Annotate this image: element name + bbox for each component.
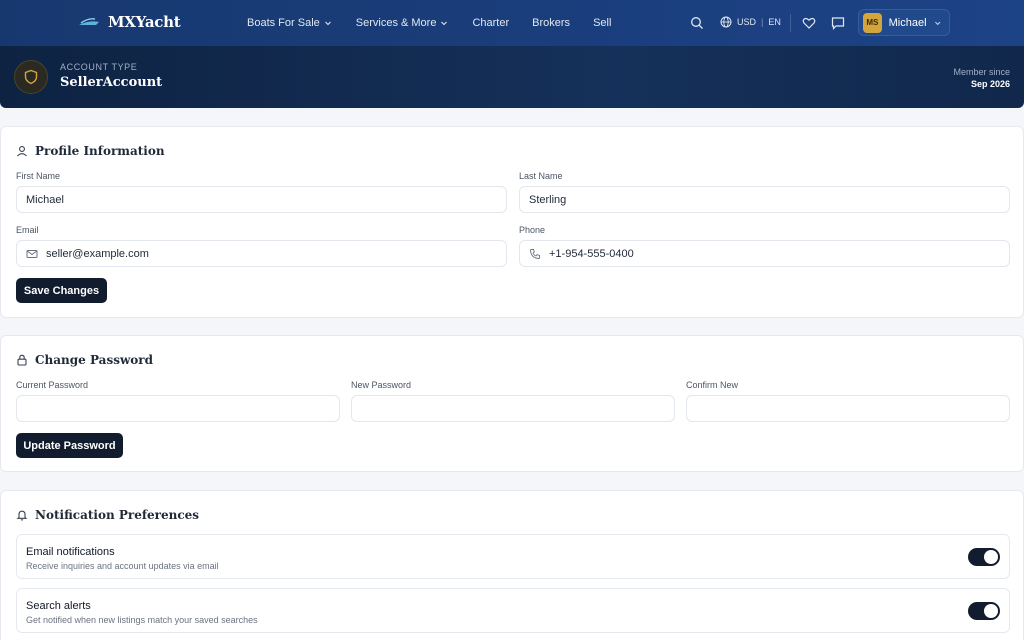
nav-label: Boats For Sale — [247, 17, 320, 29]
notifications-card: Notification Preferences Email notificat… — [0, 490, 1024, 640]
pref-title: Email notifications — [26, 546, 115, 558]
nav-label: Brokers — [532, 17, 571, 29]
new-password-field[interactable] — [351, 395, 675, 422]
phone-icon — [530, 248, 540, 259]
account-banner: ACCOUNT TYPE SellerAccount Member since … — [0, 46, 1024, 108]
mail-icon — [26, 249, 38, 258]
user-icon — [17, 146, 27, 157]
confirm-password-field[interactable] — [686, 395, 1010, 422]
new-password-label: New Password — [351, 380, 412, 390]
email-label: Email — [16, 225, 39, 235]
yacht-logo-icon — [79, 18, 99, 25]
user-menu[interactable]: MS Michael — [858, 9, 950, 36]
divider — [790, 14, 791, 32]
currency-language-selector[interactable]: USD | EN — [720, 16, 781, 28]
divider: | — [761, 17, 764, 27]
nav-label: Services & More — [355, 17, 437, 29]
first-name-label: First Name — [16, 171, 61, 181]
current-password-field[interactable] — [16, 395, 340, 422]
pref-email-notifications: Email notifications Receive inquiries an… — [16, 534, 1010, 579]
password-card: Change Password Current Password New Pas… — [0, 335, 1024, 472]
language-label: EN — [768, 17, 781, 27]
member-since-label: Member since — [953, 67, 1010, 77]
section-title: Change Password — [16, 353, 153, 367]
email-field[interactable]: seller@example.com — [16, 240, 507, 267]
current-password-label: Current Password — [16, 380, 89, 390]
nav-label: Charter — [472, 17, 510, 29]
nav-boats-for-sale[interactable]: Boats For Sale — [247, 17, 332, 29]
profile-card: Profile Information First Name Michael L… — [0, 126, 1024, 318]
account-badge — [14, 60, 48, 94]
nav-sell[interactable]: Sell — [593, 17, 611, 29]
confirm-password-label: Confirm New — [686, 380, 739, 390]
pref-title: Search alerts — [26, 600, 91, 612]
search-alerts-toggle[interactable] — [968, 602, 1000, 620]
phone-label: Phone — [519, 225, 546, 235]
section-title-text: Change Password — [35, 353, 154, 367]
nav-brokers[interactable]: Brokers — [532, 17, 570, 29]
chevron-down-icon — [934, 21, 940, 25]
brand-name: MXYacht — [108, 13, 181, 31]
currency-label: USD — [737, 17, 757, 27]
last-name-field[interactable]: Sterling — [519, 186, 1010, 213]
brand-logo[interactable]: MXYacht — [78, 13, 181, 31]
globe-icon — [720, 16, 732, 28]
save-changes-button[interactable]: Save Changes — [16, 278, 107, 303]
user-name: Michael — [888, 16, 927, 29]
section-title: Profile Information — [16, 144, 165, 158]
nav-services-more[interactable]: Services & More — [356, 17, 449, 29]
chevron-down-icon — [324, 21, 331, 26]
pref-search-alerts: Search alerts Get notified when new list… — [16, 588, 1010, 633]
nav-label: Sell — [593, 17, 612, 29]
pref-description: Receive inquiries and account updates vi… — [26, 561, 219, 571]
phone-field[interactable]: +1-954-555-0400 — [519, 240, 1010, 267]
pref-description: Get notified when new listings match you… — [26, 615, 258, 625]
member-since-value: Sep 2026 — [970, 79, 1010, 89]
section-title-text: Profile Information — [35, 144, 165, 158]
account-type-value: SellerAccount — [60, 75, 163, 90]
toggle-knob — [984, 604, 998, 618]
last-name-label: Last Name — [519, 171, 563, 181]
heart-icon[interactable] — [801, 15, 817, 31]
top-navbar: MXYacht Boats For Sale Services & More C… — [0, 0, 1024, 46]
first-name-value: Michael — [26, 193, 64, 206]
account-type-label: ACCOUNT TYPE — [60, 62, 138, 72]
section-title-text: Notification Preferences — [35, 508, 200, 522]
message-icon[interactable] — [830, 15, 846, 31]
email-value: seller@example.com — [46, 247, 149, 260]
first-name-field[interactable]: Michael — [16, 186, 507, 213]
nav-charter[interactable]: Charter — [472, 17, 509, 29]
email-notifications-toggle[interactable] — [968, 548, 1000, 566]
shield-icon — [24, 69, 38, 85]
lock-icon — [17, 354, 27, 366]
chevron-down-icon — [441, 21, 448, 26]
last-name-value: Sterling — [529, 193, 567, 206]
bell-icon — [16, 510, 28, 521]
main-nav: Boats For Sale Services & More Charter B… — [247, 0, 611, 46]
search-icon[interactable] — [689, 15, 705, 31]
avatar: MS — [863, 12, 882, 33]
section-title: Notification Preferences — [16, 508, 199, 522]
update-password-button[interactable]: Update Password — [16, 433, 123, 458]
phone-value: +1-954-555-0400 — [549, 247, 634, 260]
toggle-knob — [984, 550, 998, 564]
